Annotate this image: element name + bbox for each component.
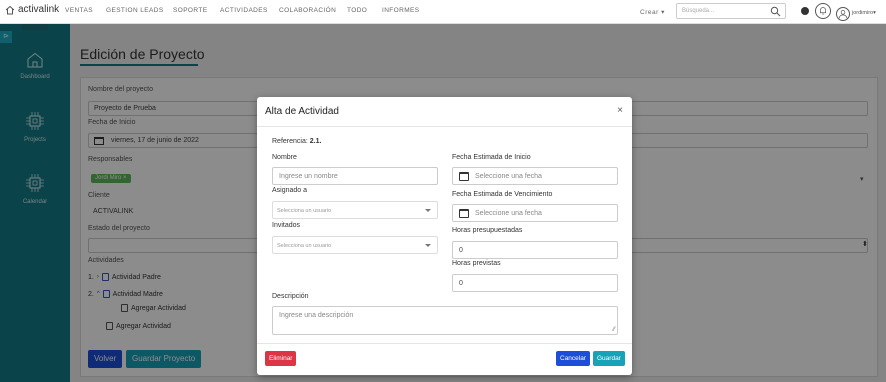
start-date-label: Fecha Estimada de Inicio <box>452 154 531 161</box>
due-date-label: Fecha Estimada de Vencimiento <box>452 191 553 198</box>
nav-ventas[interactable]: VENTAS <box>65 7 93 14</box>
close-icon[interactable]: × <box>617 105 623 116</box>
brand-name: activalink <box>18 4 60 15</box>
description-placeholder: Ingrese una descripción <box>279 312 354 319</box>
search-icon[interactable] <box>770 6 781 17</box>
nav-gestion-leads[interactable]: GESTION LEADS <box>106 7 164 14</box>
save-button[interactable]: Guardar <box>593 351 625 366</box>
assigned-placeholder: Selecciona un usuario <box>277 208 332 214</box>
caret-down-icon <box>425 209 431 212</box>
budget-hours-input[interactable]: 0 <box>452 241 618 259</box>
calendar-icon <box>459 172 469 181</box>
delete-button[interactable]: Eliminar <box>265 351 297 366</box>
name-label: Nombre <box>272 154 297 161</box>
bell-icon[interactable] <box>815 3 831 19</box>
assigned-select[interactable]: Selecciona un usuario <box>272 201 438 219</box>
user-avatar-icon[interactable] <box>836 7 850 21</box>
start-date-placeholder: Seleccione una fecha <box>475 173 542 180</box>
home-icon <box>5 5 15 14</box>
due-date-input[interactable]: Seleccione una fecha <box>452 204 618 222</box>
guests-placeholder: Selecciona un usuario <box>277 243 332 249</box>
activity-modal: Alta de Actividad × Referencia: 2.1. Nom… <box>257 97 632 375</box>
top-navbar: activalink VENTAS GESTION LEADS SOPORTE … <box>0 0 886 24</box>
user-menu[interactable]: jordimiro▾ <box>852 10 876 16</box>
activity-name-input[interactable]: Ingrese un nombre <box>272 167 438 185</box>
guests-label: Invitados <box>272 222 301 229</box>
cancel-button[interactable]: Cancelar <box>556 351 591 366</box>
reference-label: Referencia: <box>272 138 308 145</box>
nav-colaboracion[interactable]: COLABORACIÓN <box>279 7 336 14</box>
modal-header: Alta de Actividad × <box>257 97 632 127</box>
planned-hours-input[interactable]: 0 <box>452 274 618 292</box>
budget-hours-label: Horas presupuestadas <box>452 227 523 234</box>
reference: Referencia: 2.1. <box>272 138 321 145</box>
start-date-input[interactable]: Seleccione una fecha <box>452 167 618 185</box>
caret-down-icon <box>425 244 431 247</box>
nav-informes[interactable]: INFORMES <box>382 7 420 14</box>
guests-select[interactable]: Selecciona un usuario <box>272 236 438 254</box>
nav-todo[interactable]: TODO <box>347 7 367 14</box>
nav-actividades[interactable]: ACTIVIDADES <box>220 7 268 14</box>
resize-handle-icon[interactable]: ⁄⁄ <box>613 327 615 333</box>
assigned-label: Asignado a <box>272 187 308 194</box>
modal-footer-divider <box>257 343 632 344</box>
description-textarea[interactable]: Ingrese una descripción ⁄⁄ <box>272 306 618 335</box>
username: jordimiro <box>852 10 874 16</box>
caret-down-icon: ▾ <box>873 10 876 16</box>
crear-label: Crear <box>640 9 659 16</box>
modal-title: Alta de Actividad <box>265 106 339 117</box>
brand-logo[interactable]: activalink <box>5 4 59 15</box>
calendar-icon <box>459 209 469 218</box>
planned-hours-label: Horas previstas <box>452 260 501 267</box>
description-label: Descripción <box>272 293 309 300</box>
reference-value: 2.1. <box>309 138 322 145</box>
search-input[interactable]: Búsqueda... <box>676 3 786 19</box>
caret-down-icon: ▾ <box>661 9 665 16</box>
gear-icon[interactable] <box>801 7 809 15</box>
nav-soporte[interactable]: SOPORTE <box>173 7 207 14</box>
crear-dropdown[interactable]: Crear ▾ <box>640 8 665 16</box>
due-date-placeholder: Seleccione una fecha <box>475 210 542 217</box>
search-placeholder: Búsqueda... <box>682 8 715 14</box>
